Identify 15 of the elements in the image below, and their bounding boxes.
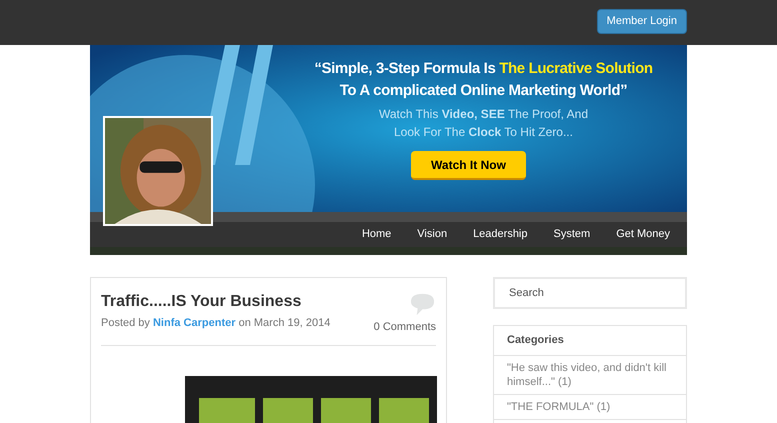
search-field[interactable]: Search xyxy=(493,277,687,309)
category-link[interactable]: "THE FORMULA" (1) xyxy=(494,394,686,420)
comments-link[interactable]: 0 Comments xyxy=(374,319,436,336)
category-link[interactable]: "He saw this video, and didn't kill himself..." (1) xyxy=(494,356,686,394)
nav-link[interactable]: Home xyxy=(352,226,402,243)
categories-title: Categories xyxy=(494,326,686,356)
nav-link[interactable]: System xyxy=(544,226,600,243)
post-title: Traffic.....IS Your Business xyxy=(101,292,302,312)
comment-icon xyxy=(409,292,436,317)
post-meta: Posted by xyxy=(101,317,150,329)
nav-link[interactable]: Leadership xyxy=(463,226,538,243)
member-login-button[interactable]: Member Login xyxy=(596,9,687,34)
post-date: on March 19, 2014 xyxy=(238,317,330,329)
nav-link[interactable]: Get Money xyxy=(606,226,680,243)
nav-link[interactable]: Vision xyxy=(407,226,458,243)
